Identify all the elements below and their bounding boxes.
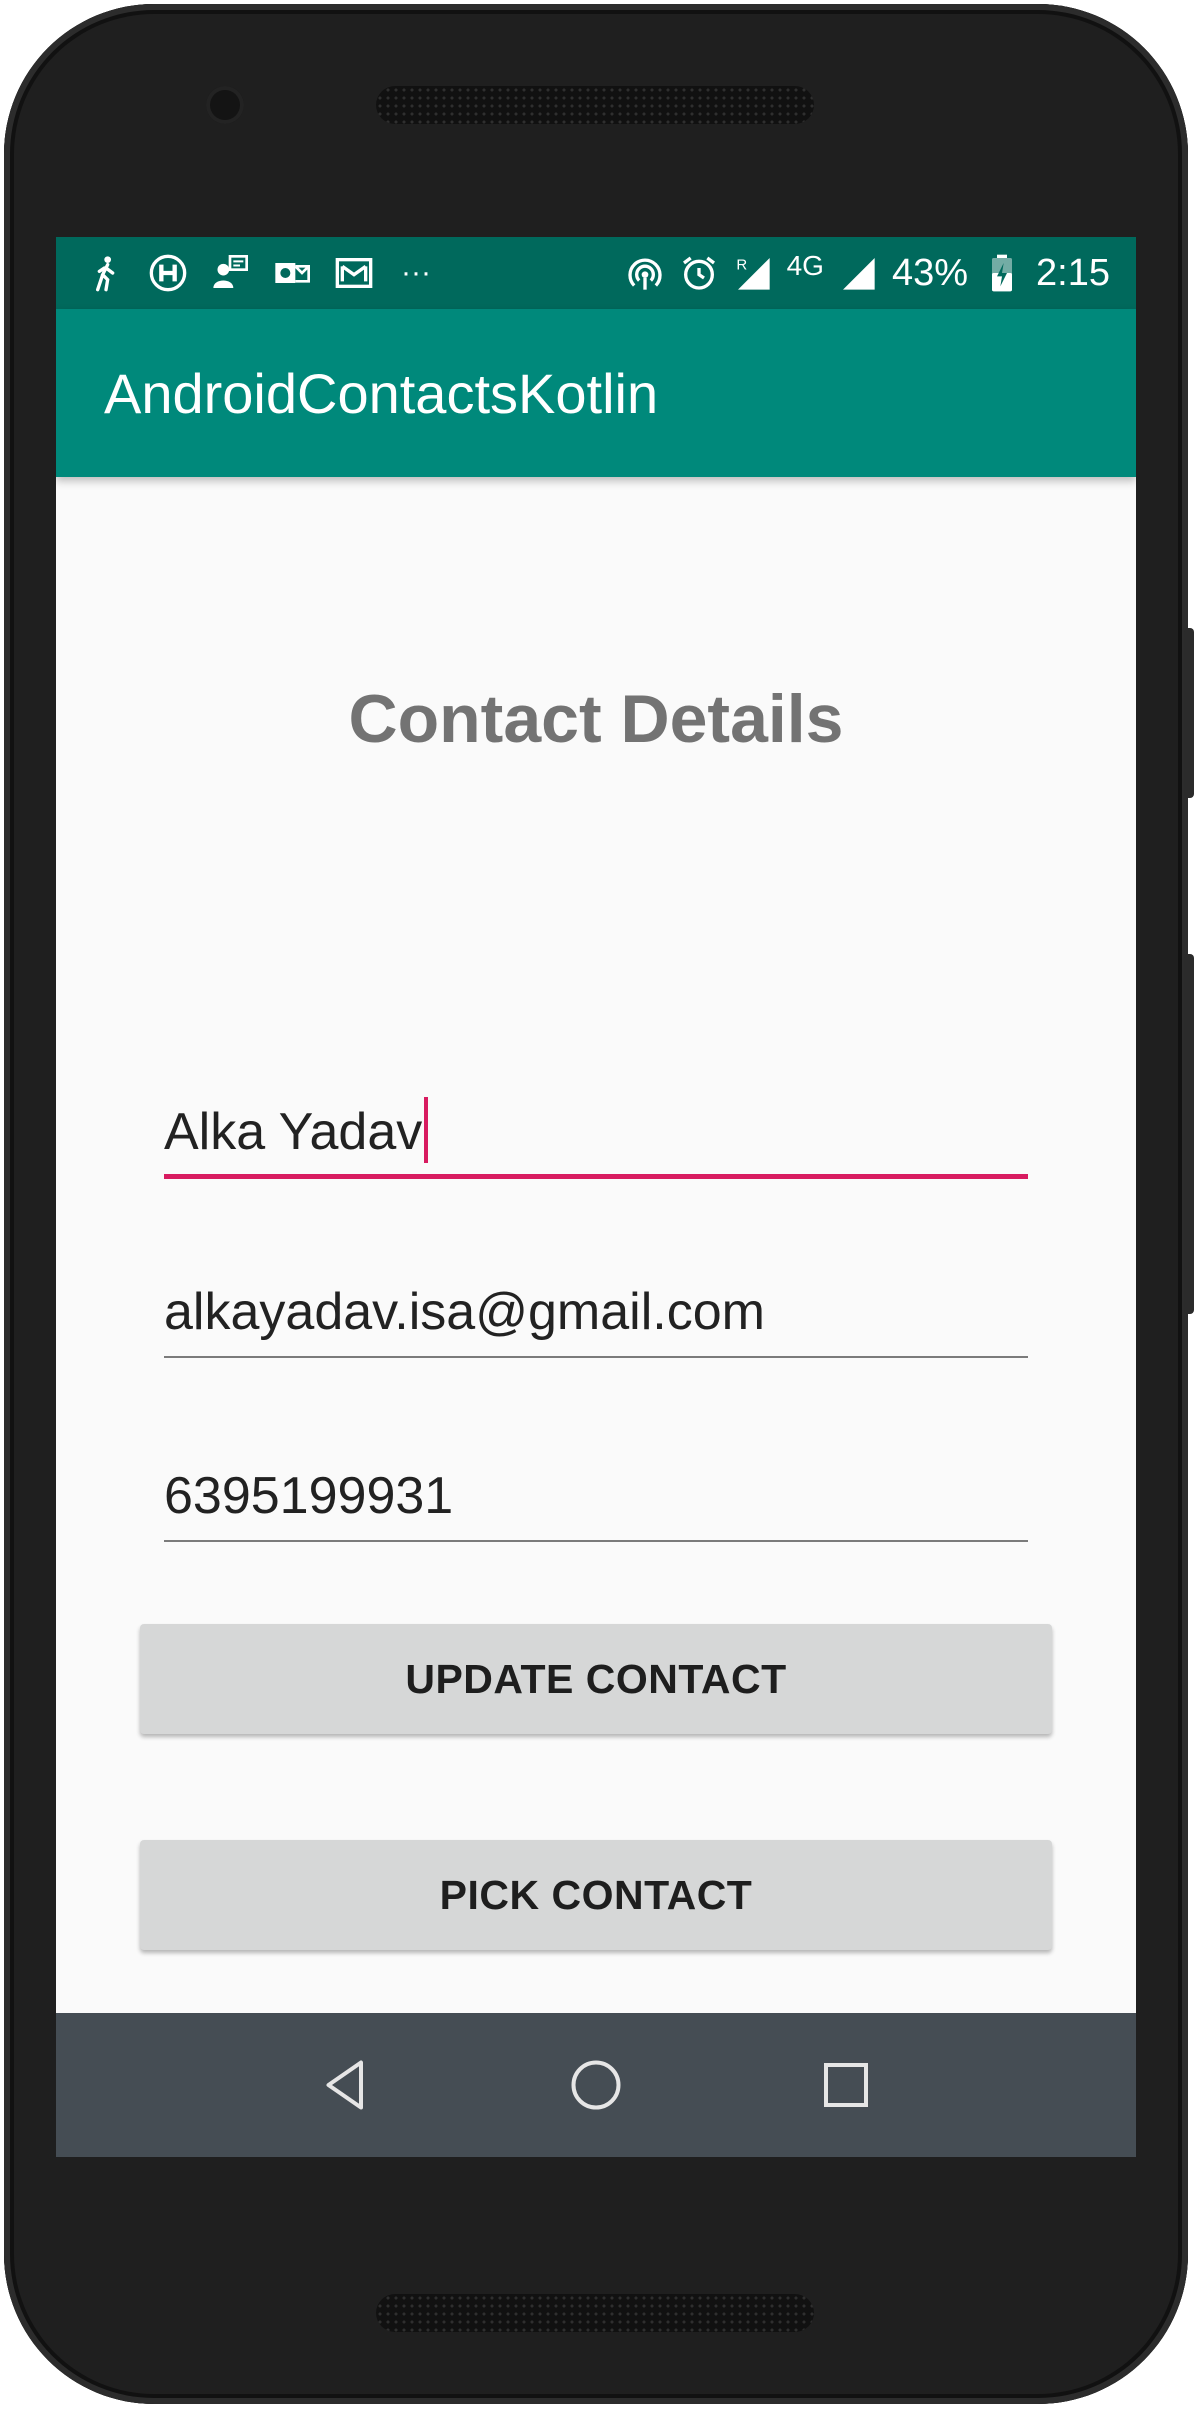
screen: ··· R 4G 43% 2:15 AndroidContactsKotlin … — [56, 237, 1136, 2157]
navigation-bar — [56, 2013, 1136, 2157]
gmail-icon — [334, 253, 374, 293]
network-type-label: 4G — [786, 250, 824, 281]
app-title: AndroidContactsKotlin — [104, 362, 659, 425]
roaming-signal-icon: R — [733, 253, 773, 293]
page-heading: Contact Details — [348, 681, 844, 757]
battery-charging-icon — [982, 253, 1022, 293]
phone-field-value: 6395199931 — [164, 1467, 454, 1525]
update-contact-button[interactable]: UPDATE CONTACT — [140, 1624, 1052, 1734]
hotspot-icon — [625, 253, 665, 293]
alarm-icon — [679, 253, 719, 293]
name-field-underline — [164, 1174, 1028, 1179]
contact-card-icon — [210, 253, 250, 293]
recents-icon[interactable] — [816, 2055, 876, 2115]
email-field[interactable]: alkayadav.isa@gmail.com — [164, 1278, 1028, 1358]
outlook-icon — [272, 253, 312, 293]
signal-icon — [838, 253, 878, 293]
volume-button — [1184, 954, 1194, 1314]
svg-text:R: R — [736, 257, 747, 274]
top-speaker — [376, 86, 814, 124]
name-field-value: Alka Yadav — [164, 1103, 423, 1161]
more-dots-icon: ··· — [401, 256, 431, 289]
walking-icon — [86, 253, 126, 293]
back-icon[interactable] — [316, 2055, 376, 2115]
power-button — [1184, 628, 1194, 798]
clock: 2:15 — [1036, 251, 1110, 294]
phone-field[interactable]: 6395199931 — [164, 1462, 1028, 1542]
front-camera — [206, 86, 244, 124]
pick-contact-button[interactable]: PICK CONTACT — [140, 1840, 1052, 1950]
text-cursor — [424, 1097, 429, 1163]
status-bar: ··· R 4G 43% 2:15 — [56, 237, 1136, 309]
bottom-speaker — [376, 2294, 814, 2332]
phone-field-underline — [164, 1540, 1028, 1542]
battery-percentage: 43% — [891, 251, 969, 294]
email-field-underline — [164, 1356, 1028, 1358]
home-icon[interactable] — [566, 2055, 626, 2115]
phone-frame: ··· R 4G 43% 2:15 AndroidContactsKotlin … — [4, 4, 1194, 2404]
app-bar: AndroidContactsKotlin — [56, 309, 1136, 477]
name-field[interactable]: Alka Yadav — [164, 1097, 1028, 1179]
email-field-value: alkayadav.isa@gmail.com — [164, 1283, 765, 1341]
hospital-icon — [148, 253, 188, 293]
